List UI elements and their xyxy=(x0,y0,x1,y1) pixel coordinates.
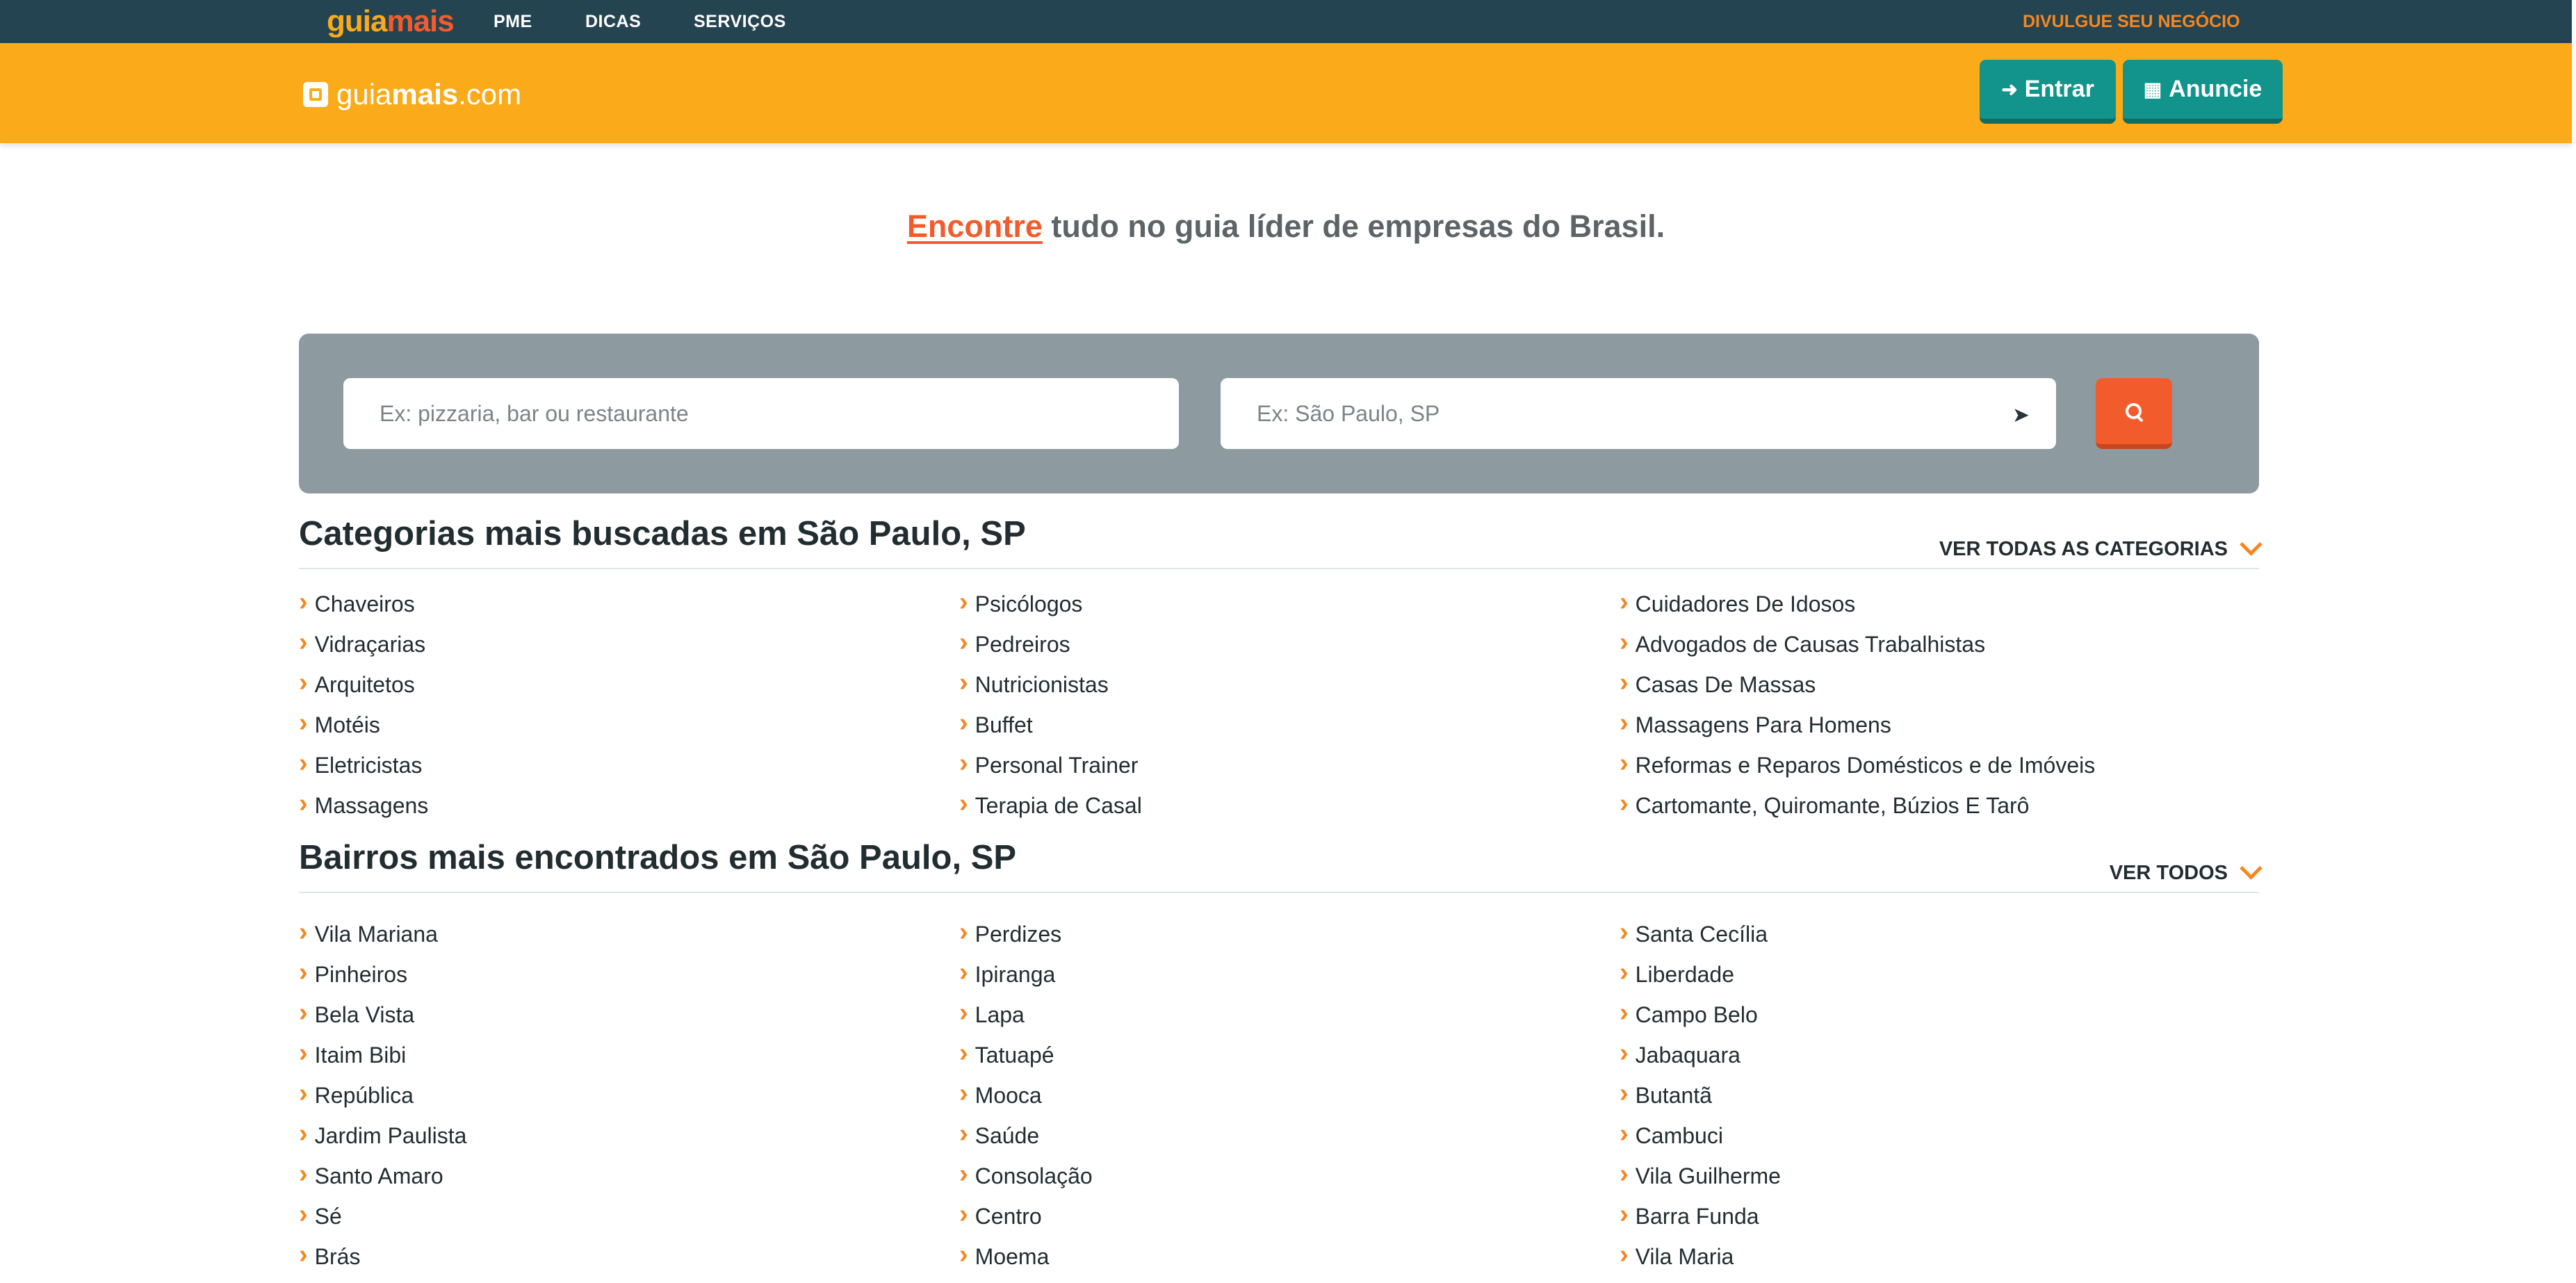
category-link[interactable]: Vidraçarias xyxy=(299,624,428,664)
see-all-categories-link[interactable]: VER TODAS AS CATEGORIAS xyxy=(1939,533,2263,561)
neighborhood-link[interactable]: Brás xyxy=(299,1236,466,1277)
chevron-down-icon xyxy=(2240,533,2263,556)
tagline-text: tudo no guia líder de empresas do Brasil… xyxy=(1042,209,1665,244)
advertise-button-label: Anuncie xyxy=(2169,76,2263,102)
neighborhood-link[interactable]: Sé xyxy=(299,1196,466,1236)
chevron-down-icon xyxy=(2240,857,2263,880)
neighborhoods-column-2: Perdizes Ipiranga Lapa Tatuapé Mooca Saú… xyxy=(959,914,1093,1277)
category-link[interactable]: Advogados de Causas Trabalhistas xyxy=(1620,624,2095,664)
neighborhood-link[interactable]: Bela Vista xyxy=(299,995,466,1035)
logo-text-mais: mais xyxy=(391,78,459,111)
neighborhood-link[interactable]: República xyxy=(299,1075,466,1116)
see-all-neighborhoods-link[interactable]: VER TODOS xyxy=(2109,857,2263,885)
logo-text-guia: guia xyxy=(336,78,392,111)
site-logo[interactable]: guia mais .com xyxy=(303,78,522,111)
category-link[interactable]: Cartomante, Quiromante, Búzios E Tarô xyxy=(1620,785,2095,826)
advertise-business-link[interactable]: DIVULGUE SEU NEGÓCIO xyxy=(2023,12,2240,32)
logo-icon xyxy=(303,82,328,107)
what-search-placeholder: Ex: pizzaria, bar ou restaurante xyxy=(380,400,689,426)
brand-part-guia: guia xyxy=(327,4,387,38)
neighborhood-link[interactable]: Vila Maria xyxy=(1620,1236,1781,1277)
what-search-input[interactable]: Ex: pizzaria, bar ou restaurante xyxy=(343,378,1179,449)
categories-title: Categorias mais buscadas em São Paulo, S… xyxy=(299,515,1026,553)
category-link[interactable]: Psicólogos xyxy=(959,584,1142,624)
tagline: Encontre tudo no guia líder de empresas … xyxy=(0,209,2572,245)
category-link[interactable]: Motéis xyxy=(299,705,428,745)
category-link[interactable]: Eletricistas xyxy=(299,745,428,785)
neighborhood-link[interactable]: Jardim Paulista xyxy=(299,1116,467,1156)
neighborhood-link[interactable]: Consolação xyxy=(959,1156,1093,1196)
storefront-icon: ▦ xyxy=(2143,79,2162,100)
neighborhood-link[interactable]: Moema xyxy=(959,1236,1093,1277)
neighborhoods-column-3: Santa Cecília Liberdade Campo Belo Jabaq… xyxy=(1620,914,1781,1277)
category-link[interactable]: Terapia de Casal xyxy=(959,785,1142,826)
search-button[interactable] xyxy=(2096,378,2172,449)
neighborhood-link[interactable]: Liberdade xyxy=(1620,954,1781,995)
neighborhood-link[interactable]: Vila Mariana xyxy=(299,914,466,954)
neighborhood-link[interactable]: Santo Amaro xyxy=(299,1156,466,1196)
where-search-input[interactable]: Ex: São Paulo, SP ➤ xyxy=(1221,378,2056,449)
nav-item-pme[interactable]: PME xyxy=(494,12,532,32)
login-button-label: Entrar xyxy=(2024,76,2094,102)
neighborhood-link[interactable]: Butantã xyxy=(1620,1075,1781,1116)
neighborhood-link[interactable]: Campo Belo xyxy=(1620,995,1781,1035)
where-search-placeholder: Ex: São Paulo, SP xyxy=(1257,400,1440,426)
brand-part-mais: mais xyxy=(386,4,454,38)
neighborhood-link[interactable]: Lapa xyxy=(959,995,1093,1035)
tagline-highlight: Encontre xyxy=(906,209,1043,244)
neighborhood-link[interactable]: Tatuapé xyxy=(959,1035,1093,1075)
site-header: guia mais .com ➜ Entrar ▦ Anuncie xyxy=(0,43,2572,143)
neighborhoods-divider xyxy=(299,892,2259,893)
neighborhood-link[interactable]: Centro xyxy=(959,1196,1093,1236)
neighborhood-link[interactable]: Barra Funda xyxy=(1620,1196,1781,1236)
neighborhood-link[interactable]: Jabaquara xyxy=(1620,1035,1781,1075)
category-link[interactable]: Massagens Para Homens xyxy=(1620,705,2095,745)
category-link[interactable]: Massagens xyxy=(299,785,429,826)
categories-column-1: Chaveiros Vidraçarias Arquitetos Motéis … xyxy=(299,584,429,826)
neighborhood-link[interactable]: Itaim Bibi xyxy=(299,1035,466,1075)
top-brand-logo[interactable]: guiamais xyxy=(327,4,455,39)
category-link[interactable]: Nutricionistas xyxy=(959,664,1142,705)
sign-in-icon: ➜ xyxy=(2001,79,2018,100)
neighborhood-link[interactable]: Ipiranga xyxy=(959,954,1093,995)
advertise-button[interactable]: ▦ Anuncie xyxy=(2123,60,2283,124)
category-link[interactable]: Chaveiros xyxy=(299,584,428,624)
neighborhood-link[interactable]: Saúde xyxy=(959,1116,1093,1156)
nav-item-dicas[interactable]: DICAS xyxy=(585,12,641,32)
category-link[interactable]: Cuidadores De Idosos xyxy=(1620,584,2095,624)
login-button[interactable]: ➜ Entrar xyxy=(1980,60,2116,124)
neighborhood-link[interactable]: Santa Cecília xyxy=(1620,914,1781,954)
category-link[interactable]: Casas De Massas xyxy=(1620,664,2095,705)
see-all-neighborhoods-label: VER TODOS xyxy=(2109,862,2228,884)
logo-text-com: .com xyxy=(458,78,522,111)
category-link[interactable]: Buffet xyxy=(959,705,1142,745)
neighborhoods-column-1: Vila Mariana Pinheiros Bela Vista Itaim … xyxy=(299,914,467,1277)
neighborhood-link[interactable]: Pinheiros xyxy=(299,954,466,995)
category-link[interactable]: Pedreiros xyxy=(959,624,1142,664)
category-link[interactable]: Arquitetos xyxy=(299,664,428,705)
neighborhood-link[interactable]: Perdizes xyxy=(959,914,1093,954)
neighborhoods-title: Bairros mais encontrados em São Paulo, S… xyxy=(299,839,1017,876)
category-link[interactable]: Personal Trainer xyxy=(959,745,1142,785)
neighborhood-link[interactable]: Vila Guilherme xyxy=(1620,1156,1781,1196)
neighborhood-link[interactable]: Mooca xyxy=(959,1075,1093,1116)
categories-divider xyxy=(299,568,2259,569)
categories-column-3: Cuidadores De Idosos Advogados de Causas… xyxy=(1620,584,2096,826)
top-bar: guiamais PME DICAS SERVIÇOS DIVULGUE SEU… xyxy=(0,0,2572,43)
see-all-categories-label: VER TODAS AS CATEGORIAS xyxy=(1939,538,2228,560)
neighborhood-link[interactable]: Cambuci xyxy=(1620,1116,1781,1156)
search-icon xyxy=(2126,402,2142,420)
search-panel: Ex: pizzaria, bar ou restaurante Ex: São… xyxy=(299,334,2259,493)
categories-column-2: Psicólogos Pedreiros Nutricionistas Buff… xyxy=(959,584,1142,826)
location-arrow-icon[interactable]: ➤ xyxy=(2012,403,2030,427)
category-link[interactable]: Reformas e Reparos Domésticos e de Imóve… xyxy=(1620,745,2096,785)
nav-item-servicos[interactable]: SERVIÇOS xyxy=(694,12,786,32)
